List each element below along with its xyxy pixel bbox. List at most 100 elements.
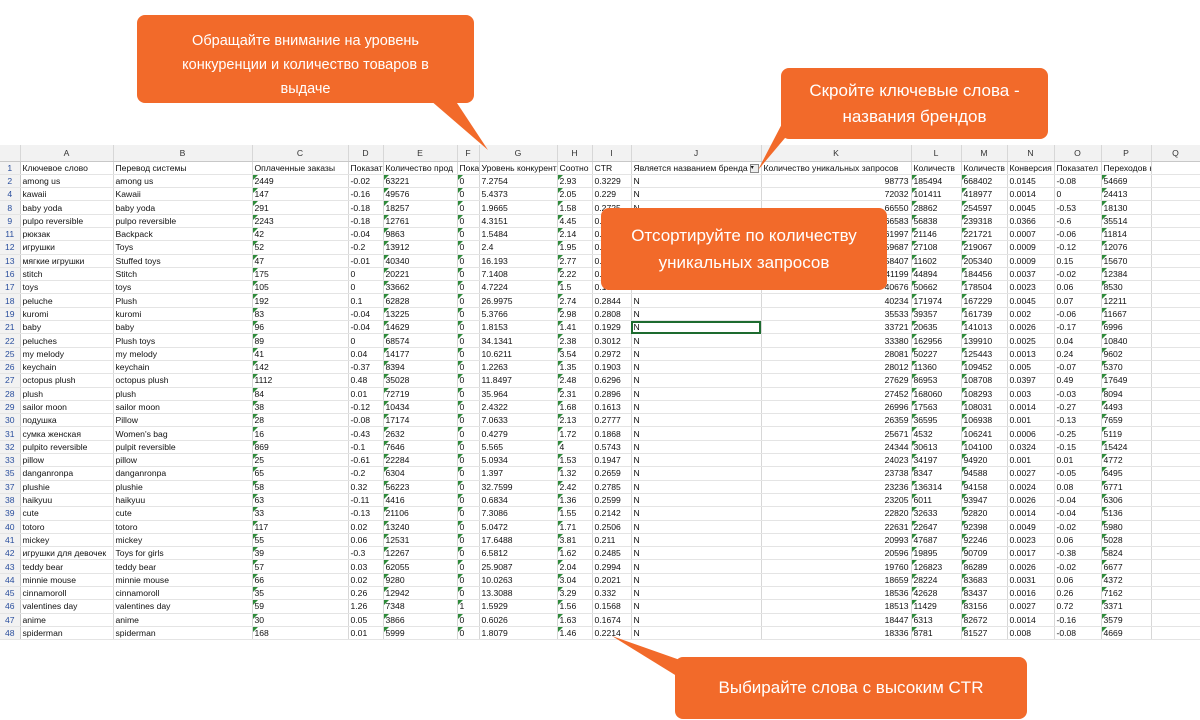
table-cell[interactable]: 0 bbox=[457, 307, 480, 322]
table-cell[interactable]: 56223 bbox=[383, 480, 458, 494]
table-cell[interactable]: 18447 bbox=[761, 613, 912, 627]
table-cell[interactable]: 0.229 bbox=[592, 187, 632, 202]
table-cell[interactable]: 0.2972 bbox=[592, 347, 632, 361]
table-cell[interactable] bbox=[1151, 520, 1200, 534]
table-cell[interactable]: N bbox=[631, 626, 762, 641]
header-cell[interactable]: Соотно bbox=[557, 161, 593, 175]
table-cell[interactable]: mickey bbox=[113, 533, 253, 548]
table-cell[interactable]: 32633 bbox=[911, 506, 962, 521]
table-cell[interactable]: 178504 bbox=[961, 280, 1008, 295]
table-cell[interactable]: Pillow bbox=[113, 413, 253, 428]
table-cell[interactable]: 35.964 bbox=[479, 387, 558, 401]
table-cell[interactable] bbox=[1151, 413, 1200, 428]
table-cell[interactable]: totoro bbox=[20, 520, 114, 534]
table-cell[interactable]: 869 bbox=[252, 440, 349, 455]
column-header-q[interactable]: Q bbox=[1151, 145, 1200, 162]
table-cell[interactable]: 0.0014 bbox=[1007, 187, 1055, 202]
column-header-i[interactable]: I bbox=[592, 145, 632, 162]
table-cell[interactable]: 0 bbox=[457, 506, 480, 521]
table-cell[interactable]: 24023 bbox=[761, 453, 912, 468]
table-cell[interactable] bbox=[1151, 493, 1200, 508]
table-cell[interactable]: N bbox=[631, 533, 762, 548]
table-cell[interactable]: 38 bbox=[252, 400, 349, 415]
table-cell[interactable]: 0 bbox=[457, 373, 480, 388]
table-cell[interactable]: 65 bbox=[252, 466, 349, 481]
table-cell[interactable]: 1.397 bbox=[479, 466, 558, 481]
table-cell[interactable]: рюкзак bbox=[20, 227, 114, 242]
table-cell[interactable]: 62828 bbox=[383, 293, 458, 308]
table-cell[interactable]: 167229 bbox=[961, 293, 1008, 308]
header-cell[interactable] bbox=[1151, 161, 1200, 175]
table-cell[interactable]: 35514 bbox=[1101, 214, 1152, 228]
table-cell[interactable]: 0.2214 bbox=[592, 626, 632, 641]
table-cell[interactable]: stitch bbox=[20, 267, 114, 282]
table-cell[interactable]: -0.08 bbox=[1054, 174, 1102, 189]
table-cell[interactable]: -0.07 bbox=[1054, 360, 1102, 375]
table-cell[interactable]: 1.56 bbox=[557, 599, 593, 614]
row-number[interactable]: 42 bbox=[0, 546, 21, 561]
table-cell[interactable]: 6495 bbox=[1101, 466, 1152, 481]
table-cell[interactable]: 0.08 bbox=[1054, 480, 1102, 494]
table-cell[interactable]: 12942 bbox=[383, 586, 458, 601]
table-cell[interactable]: 13.3088 bbox=[479, 586, 558, 601]
table-cell[interactable]: 8781 bbox=[911, 626, 962, 641]
table-cell[interactable]: -0.37 bbox=[348, 360, 384, 375]
table-cell[interactable]: 90709 bbox=[961, 546, 1008, 561]
table-cell[interactable]: -0.11 bbox=[348, 493, 384, 508]
table-cell[interactable]: kawaii bbox=[20, 187, 114, 202]
table-cell[interactable] bbox=[1151, 333, 1200, 348]
table-cell[interactable]: 1.5484 bbox=[479, 227, 558, 242]
table-cell[interactable]: 0.0023 bbox=[1007, 533, 1055, 548]
table-cell[interactable]: 10.6211 bbox=[479, 347, 558, 361]
table-cell[interactable]: 2.93 bbox=[557, 174, 593, 189]
table-cell[interactable]: 0.0026 bbox=[1007, 320, 1055, 335]
table-cell[interactable]: N bbox=[631, 174, 762, 189]
table-cell[interactable]: 1.63 bbox=[557, 613, 593, 627]
table-cell[interactable]: 171974 bbox=[911, 293, 962, 308]
table-cell[interactable]: baby yoda bbox=[113, 200, 253, 215]
table-cell[interactable]: 1.5929 bbox=[479, 599, 558, 614]
table-cell[interactable]: -0.06 bbox=[1054, 227, 1102, 242]
table-cell[interactable]: 0.5743 bbox=[592, 440, 632, 455]
table-cell[interactable]: 1.8153 bbox=[479, 320, 558, 335]
table-cell[interactable]: N bbox=[631, 426, 762, 441]
table-cell[interactable]: 2.48 bbox=[557, 373, 593, 388]
table-cell[interactable]: 54669 bbox=[1101, 174, 1152, 189]
table-cell[interactable]: 1.26 bbox=[348, 599, 384, 614]
table-cell[interactable]: -0.43 bbox=[348, 426, 384, 441]
table-cell[interactable]: 83437 bbox=[961, 586, 1008, 601]
table-cell[interactable]: 4.45 bbox=[557, 214, 593, 228]
table-cell[interactable]: 8394 bbox=[383, 360, 458, 375]
table-cell[interactable]: N bbox=[631, 493, 762, 508]
table-cell[interactable]: 0.0013 bbox=[1007, 347, 1055, 361]
row-number[interactable]: 18 bbox=[0, 293, 21, 308]
table-cell[interactable]: 0.2599 bbox=[592, 493, 632, 508]
table-cell[interactable]: 1.32 bbox=[557, 466, 593, 481]
table-cell[interactable]: 0.49 bbox=[1054, 373, 1102, 388]
table-cell[interactable]: 4772 bbox=[1101, 453, 1152, 468]
table-cell[interactable]: 2.98 bbox=[557, 307, 593, 322]
table-cell[interactable]: 0.002 bbox=[1007, 307, 1055, 322]
table-cell[interactable] bbox=[1151, 559, 1200, 574]
table-cell[interactable]: 3.54 bbox=[557, 347, 593, 361]
table-cell[interactable]: 0.26 bbox=[1054, 586, 1102, 601]
table-cell[interactable]: 11814 bbox=[1101, 227, 1152, 242]
column-header-c[interactable]: C bbox=[252, 145, 349, 162]
column-header-g[interactable]: G bbox=[479, 145, 558, 162]
table-cell[interactable]: 1.2263 bbox=[479, 360, 558, 375]
table-cell[interactable]: 0.2659 bbox=[592, 466, 632, 481]
table-cell[interactable]: 106938 bbox=[961, 413, 1008, 428]
table-cell[interactable]: 86953 bbox=[911, 373, 962, 388]
table-cell[interactable] bbox=[1151, 626, 1200, 641]
table-cell[interactable]: 5136 bbox=[1101, 506, 1152, 521]
table-cell[interactable]: my melody bbox=[20, 347, 114, 361]
table-cell[interactable]: 0 bbox=[457, 626, 480, 641]
table-cell[interactable]: 81527 bbox=[961, 626, 1008, 641]
table-cell[interactable]: 1.46 bbox=[557, 626, 593, 641]
table-cell[interactable] bbox=[1151, 373, 1200, 388]
table-cell[interactable]: N bbox=[631, 506, 762, 521]
table-cell[interactable] bbox=[1151, 307, 1200, 322]
table-cell[interactable]: 0.0009 bbox=[1007, 240, 1055, 255]
table-cell[interactable]: 0.06 bbox=[1054, 533, 1102, 548]
table-cell[interactable]: 59 bbox=[252, 599, 349, 614]
